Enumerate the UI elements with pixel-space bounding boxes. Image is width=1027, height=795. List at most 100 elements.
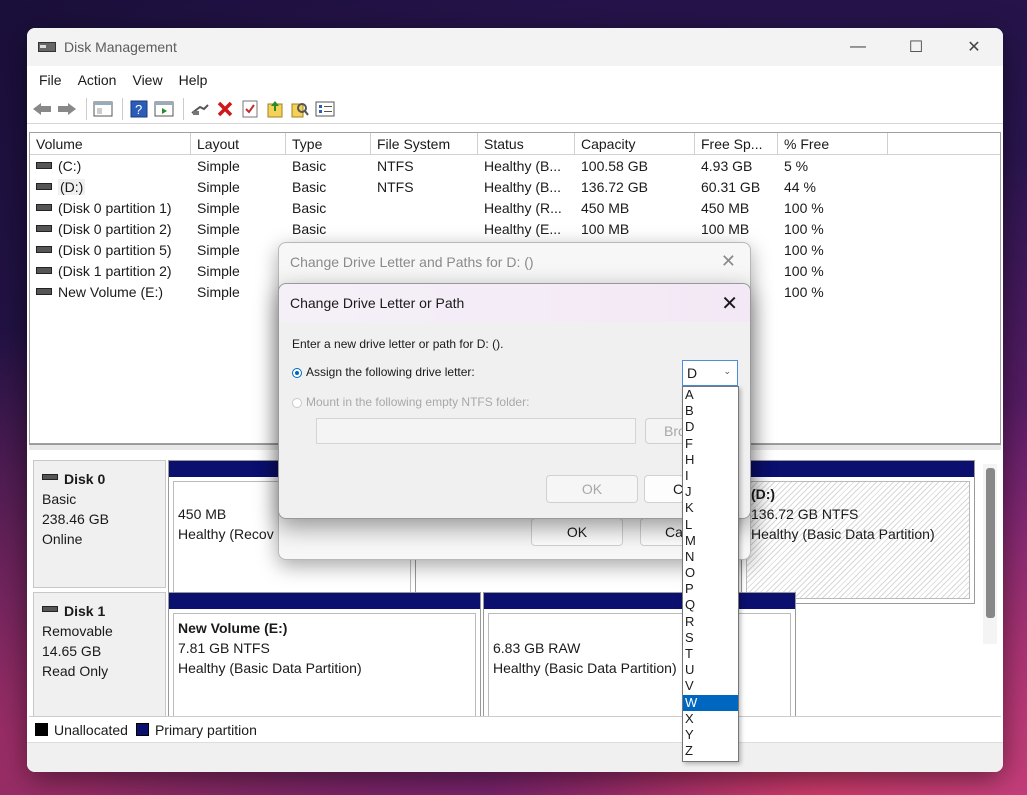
drive-letter-option[interactable]: A: [683, 387, 738, 403]
forward-arrow-icon[interactable]: [56, 98, 78, 120]
col-free-space[interactable]: Free Sp...: [695, 133, 778, 155]
col-percent-free[interactable]: % Free: [778, 133, 888, 155]
drive-letter-option[interactable]: B: [683, 403, 738, 419]
unallocated-swatch: [35, 723, 48, 736]
disk-1-partition-e[interactable]: New Volume (E:) 7.81 GB NTFS Healthy (Ba…: [168, 592, 481, 736]
status-bar: [27, 742, 1003, 772]
cell-layout: Simple: [197, 262, 240, 279]
help-icon[interactable]: ?: [128, 98, 150, 120]
partition-status: Healthy (Basic Data Partition): [493, 660, 677, 676]
dialog-ok-button[interactable]: OK: [546, 475, 638, 503]
drive-letter-option[interactable]: W: [683, 694, 738, 711]
dialog-close-icon[interactable]: ✕: [721, 291, 738, 316]
drive-icon: [36, 288, 52, 296]
volume-name: (Disk 0 partition 2): [58, 220, 172, 237]
col-type[interactable]: Type: [286, 133, 371, 155]
drive-letter-option[interactable]: X: [683, 711, 738, 727]
drive-letter-option[interactable]: Q: [683, 597, 738, 613]
partition-size: 6.83 GB RAW: [493, 640, 581, 656]
volume-row[interactable]: (Disk 0 partition 2) Simple Basic Healthy (…: [30, 218, 1000, 239]
export-list-icon[interactable]: [264, 98, 286, 120]
maximize-button[interactable]: ☐: [887, 28, 945, 66]
back-arrow-icon[interactable]: [31, 98, 53, 120]
disk-0-size: 238.46 GB: [42, 511, 109, 527]
drive-icon: [36, 162, 52, 170]
menu-help[interactable]: Help: [171, 72, 216, 88]
drive-letter-option[interactable]: R: [683, 614, 738, 630]
drive-letter-select[interactable]: D ⌄: [682, 360, 738, 386]
volume-name: (Disk 1 partition 2): [58, 262, 172, 279]
drive-letter-option[interactable]: V: [683, 678, 738, 694]
cell-capacity: 100.58 GB: [581, 157, 648, 174]
col-volume[interactable]: Volume: [30, 133, 191, 155]
col-layout[interactable]: Layout: [191, 133, 286, 155]
cell-capacity: 136.72 GB: [581, 178, 648, 195]
partition-status: Healthy (Basic Data Partition): [751, 526, 935, 542]
menu-file[interactable]: File: [31, 72, 70, 88]
dialog-back-ok-button[interactable]: OK: [531, 518, 623, 546]
drive-letter-option[interactable]: M: [683, 533, 738, 549]
drive-letter-option[interactable]: T: [683, 646, 738, 662]
drive-letter-option[interactable]: Z: [683, 743, 738, 759]
drive-icon: [36, 246, 52, 254]
delete-icon[interactable]: [214, 98, 236, 120]
dialog-back-close-icon[interactable]: ✕: [721, 251, 736, 272]
search-icon[interactable]: [289, 98, 311, 120]
volume-list-header: Volume Layout Type File System Status Ca…: [30, 133, 1000, 155]
connect-icon[interactable]: [189, 98, 211, 120]
settings-list-icon[interactable]: [314, 98, 336, 120]
disk-1-partition-2[interactable]: 6.83 GB RAW Healthy (Basic Data Partitio…: [483, 592, 796, 736]
drive-letter-option[interactable]: O: [683, 565, 738, 581]
drive-letter-option[interactable]: K: [683, 500, 738, 516]
drive-letter-option[interactable]: I: [683, 468, 738, 484]
drive-letter-option[interactable]: L: [683, 517, 738, 533]
cell-layout: Simple: [197, 220, 240, 237]
cell-free: 60.31 GB: [701, 178, 761, 195]
col-status[interactable]: Status: [478, 133, 575, 155]
menu-action[interactable]: Action: [70, 72, 125, 88]
menu-view[interactable]: View: [124, 72, 170, 88]
assign-letter-radio[interactable]: [292, 368, 302, 378]
dialog-title-bar[interactable]: Change Drive Letter or Path ✕: [279, 284, 750, 322]
volume-row[interactable]: (D:) Simple Basic NTFS Healthy (B... 136.72 G…: [30, 176, 1000, 197]
dialog-cancel-button[interactable]: C: [644, 475, 684, 503]
minimize-button[interactable]: —: [829, 28, 887, 66]
mount-folder-radio[interactable]: [292, 398, 302, 408]
volume-row[interactable]: (Disk 0 partition 1) Simple Basic Healthy (…: [30, 197, 1000, 218]
drive-icon: [36, 183, 52, 191]
drive-letter-option[interactable]: U: [683, 662, 738, 678]
chevron-down-icon: ⌄: [723, 366, 731, 376]
drive-letter-option[interactable]: S: [683, 630, 738, 646]
disk-map-scrollbar[interactable]: [983, 464, 997, 644]
disk-0-partition-d[interactable]: (D:) 136.72 GB NTFS Healthy (Basic Data …: [741, 460, 975, 604]
mount-folder-label[interactable]: Mount in the following empty NTFS folder…: [306, 395, 529, 409]
scrollbar-thumb[interactable]: [986, 468, 995, 618]
drive-letter-option[interactable]: J: [683, 484, 738, 500]
drive-letter-option[interactable]: Y: [683, 727, 738, 743]
col-capacity[interactable]: Capacity: [575, 133, 695, 155]
volume-row[interactable]: (C:) Simple Basic NTFS Healthy (B... 100.58 G…: [30, 155, 1000, 176]
legend-primary: Primary partition: [154, 721, 257, 738]
cell-pct: 100 %: [784, 241, 824, 258]
drive-letter-option[interactable]: N: [683, 549, 738, 565]
action-pane-icon[interactable]: [153, 98, 175, 120]
mount-path-input[interactable]: [316, 418, 636, 444]
drive-letter-option[interactable]: H: [683, 452, 738, 468]
cell-pct: 100 %: [784, 199, 824, 216]
col-file-system[interactable]: File System: [371, 133, 478, 155]
title-bar[interactable]: Disk Management — ☐ ✕: [27, 28, 1003, 66]
close-button[interactable]: ✕: [945, 28, 1003, 66]
drive-letter-option[interactable]: F: [683, 436, 738, 452]
volume-name: (C:): [58, 157, 82, 174]
properties-check-icon[interactable]: [239, 98, 261, 120]
disk-0-label[interactable]: Disk 0 Basic 238.46 GB Online: [33, 460, 166, 588]
drive-letter-option[interactable]: P: [683, 581, 738, 597]
assign-letter-label[interactable]: Assign the following drive letter:: [306, 365, 475, 379]
console-tree-icon[interactable]: [92, 98, 114, 120]
cell-free: 4.93 GB: [701, 157, 753, 174]
browse-button[interactable]: Bro: [645, 418, 686, 444]
drive-letter-option[interactable]: D: [683, 419, 738, 435]
disk-1-name: Disk 1: [64, 603, 106, 619]
cell-pct: 5 %: [784, 157, 809, 174]
disk-1-label[interactable]: Disk 1 Removable 14.65 GB Read Only: [33, 592, 166, 720]
